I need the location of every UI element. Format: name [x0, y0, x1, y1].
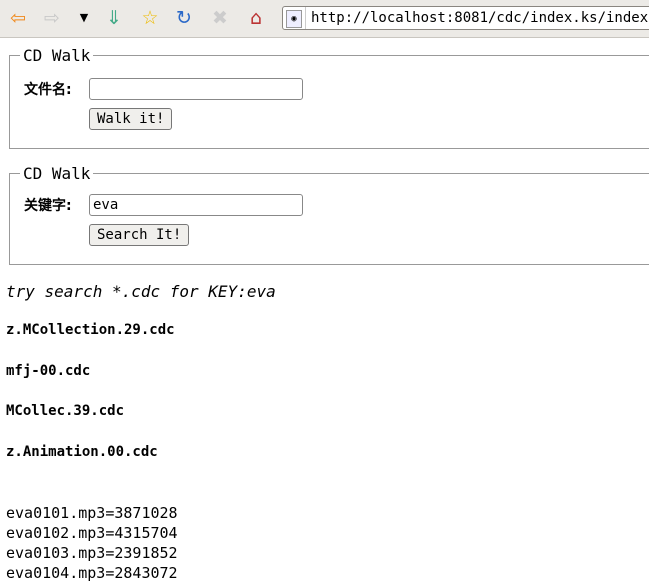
match-item: eva0102.mp3=4315704 [6, 524, 178, 542]
download-icon[interactable]: ⇓ [102, 7, 126, 29]
bookmark-icon[interactable]: ☆ [138, 7, 162, 29]
walk-legend: CD Walk [20, 46, 94, 65]
search-heading: try search *.cdc for KEY:eva [6, 282, 276, 301]
search-fieldset: CD Walk 关键字: Search It! [9, 164, 649, 265]
walk-button[interactable]: Walk it! [89, 108, 173, 130]
search-button[interactable]: Search It! [89, 224, 190, 246]
match-item: eva0103.mp3=2391852 [6, 544, 178, 562]
filename-input[interactable] [89, 78, 303, 100]
url-text[interactable]: http://localhost:8081/cdc/index.ks/index [311, 10, 648, 26]
page-icon: ◉ [286, 10, 302, 28]
stop-icon[interactable]: ✖ [208, 7, 232, 29]
history-dropdown-icon[interactable]: ▼ [72, 7, 96, 29]
keyword-input[interactable] [89, 194, 303, 216]
home-icon[interactable]: ⌂ [244, 7, 268, 29]
search-legend: CD Walk [20, 164, 94, 183]
back-icon[interactable]: ⇦ [6, 7, 30, 29]
file-item: z.Animation.00.cdc [6, 444, 158, 460]
file-item: mfj-00.cdc [6, 363, 91, 379]
filename-label: 文件名: [24, 82, 72, 98]
walk-fieldset: CD Walk 文件名: Walk it! [9, 46, 649, 149]
keyword-label: 关键字: [24, 198, 72, 214]
address-bar[interactable]: ◉ http://localhost:8081/cdc/index.ks/ind… [282, 6, 649, 30]
forward-icon[interactable]: ⇨ [40, 7, 64, 29]
file-item: z.MCollection.29.cdc [6, 322, 175, 338]
match-item: eva0104.mp3=2843072 [6, 564, 178, 582]
match-item: eva0101.mp3=3871028 [6, 504, 178, 522]
browser-toolbar: ⇦ ⇨ ▼ ⇓ ☆ ↻ ✖ ⌂ ◉ http://localhost:8081/… [0, 0, 649, 38]
reload-icon[interactable]: ↻ [172, 7, 196, 29]
file-item: MCollec.39.cdc [6, 403, 125, 419]
